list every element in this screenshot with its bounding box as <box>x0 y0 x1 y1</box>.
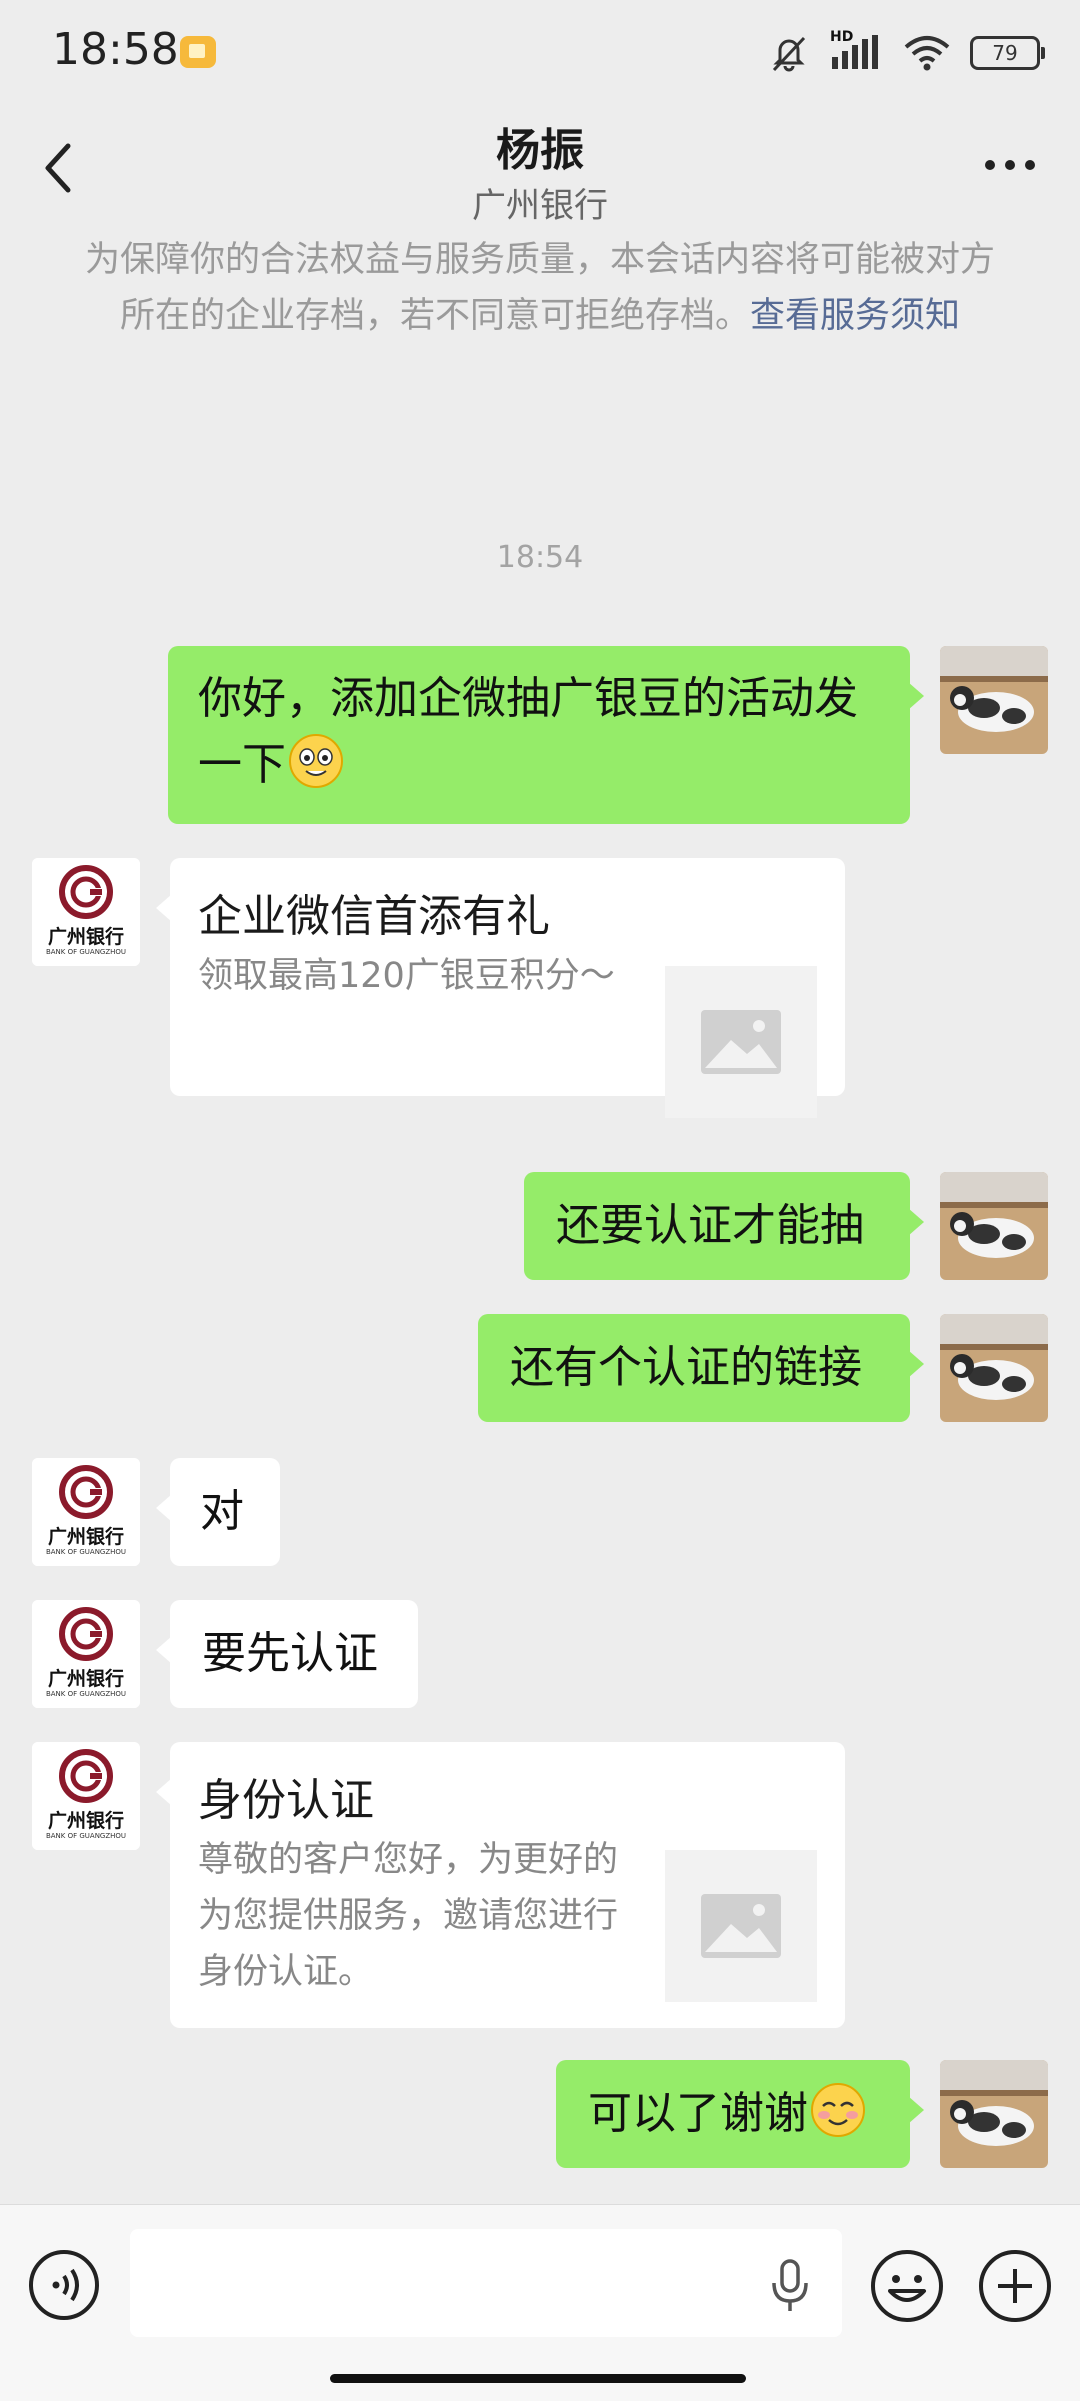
bank-avatar[interactable]: 广州银行 BANK OF GUANGZHOU <box>32 1458 140 1566</box>
status-time: 18:58 <box>52 24 179 75</box>
bank-avatar[interactable]: 广州银行 BANK OF GUANGZHOU <box>32 858 140 966</box>
wifi-icon <box>904 36 950 71</box>
message-bubble[interactable]: 对 <box>156 1458 280 1566</box>
smiling-face-emoji-icon <box>811 2083 865 2137</box>
card-thumbnail <box>665 966 817 1118</box>
microphone-icon[interactable] <box>770 2257 810 2313</box>
bank-logo-english: BANK OF GUANGZHOU <box>45 1548 127 1556</box>
image-placeholder-icon <box>701 1010 781 1074</box>
status-bar: 18:58 HD 79 <box>0 0 1080 100</box>
card-description: 尊敬的客户您好，为更好的为您提供服务，邀请您进行身份认证。 <box>198 1840 619 1992</box>
more-icon[interactable] <box>980 150 1040 180</box>
message-bubble[interactable]: 还有个认证的链接 <box>478 1314 924 1422</box>
link-card[interactable]: 企业微信首添有礼 领取最高120广银豆积分～ <box>156 858 845 1118</box>
bank-logo-text: 广州银行 <box>47 1810 124 1832</box>
chat-header: 杨振 广州银行 <box>0 100 1080 236</box>
message-bubble[interactable]: 可以了谢谢 <box>556 2060 924 2168</box>
card-thumbnail <box>665 1850 817 2002</box>
bank-logo-text: 广州银行 <box>47 1526 124 1548</box>
my-avatar[interactable] <box>940 1314 1048 1422</box>
chat-subtitle: 广州银行 <box>472 186 608 226</box>
emoji-icon[interactable] <box>870 2249 944 2323</box>
message-text: 还要认证才能抽 <box>556 1200 864 1251</box>
bank-logo-english: BANK OF GUANGZHOU <box>45 1690 127 1698</box>
card-title: 身份认证 <box>198 1775 374 1826</box>
app-notification-icon <box>180 36 216 68</box>
battery-icon: 79 <box>970 36 1045 70</box>
message-bubble[interactable]: 还要认证才能抽 <box>524 1172 924 1280</box>
status-icons: HD 79 <box>766 29 1045 76</box>
image-placeholder-icon <box>701 1894 781 1958</box>
message-input[interactable] <box>130 2229 842 2337</box>
link-card[interactable]: 身份认证 尊敬的客户您好，为更好的为您提供服务，邀请您进行身份认证。 <box>156 1742 845 2028</box>
message-text: 还有个认证的链接 <box>510 1342 862 1393</box>
signal-icon: HD <box>830 29 884 73</box>
card-title: 企业微信首添有礼 <box>198 891 550 942</box>
bank-logo-text: 广州银行 <box>47 1668 124 1690</box>
message-bubble[interactable]: 要先认证 <box>156 1600 418 1708</box>
archive-notice: 为保障你的合法权益与服务质量，本会话内容将可能被对方所在的企业存档，若不同意可拒… <box>80 232 1000 344</box>
my-avatar[interactable] <box>940 2060 1048 2168</box>
plus-icon[interactable] <box>978 2249 1052 2323</box>
mute-icon <box>772 36 806 72</box>
grinning-face-emoji-icon <box>289 734 343 788</box>
bank-logo-text: 广州银行 <box>47 926 124 948</box>
bank-logo-english: BANK OF GUANGZHOU <box>45 1832 127 1840</box>
message-text: 对 <box>200 1486 244 1537</box>
bank-logo-english: BANK OF GUANGZHOU <box>45 948 127 956</box>
my-avatar[interactable] <box>940 646 1048 754</box>
bank-avatar[interactable]: 广州银行 BANK OF GUANGZHOU <box>32 1600 140 1708</box>
message-bubble[interactable]: 你好，添加企微抽广银豆的活动发一下 <box>168 646 924 824</box>
voice-icon[interactable] <box>28 2249 100 2321</box>
message-text: 可以了谢谢 <box>588 2088 808 2139</box>
message-text: 要先认证 <box>202 1628 378 1679</box>
bank-avatar[interactable]: 广州银行 BANK OF GUANGZHOU <box>32 1742 140 1850</box>
my-avatar[interactable] <box>940 1172 1048 1280</box>
card-description: 领取最高120广银豆积分～ <box>198 956 615 996</box>
message-timestamp: 18:54 <box>496 540 584 575</box>
chat-title: 杨振 <box>496 125 584 176</box>
service-notice-link[interactable]: 查看服务须知 <box>750 296 960 336</box>
input-bar <box>0 2204 1080 2401</box>
home-indicator[interactable] <box>330 2374 746 2383</box>
